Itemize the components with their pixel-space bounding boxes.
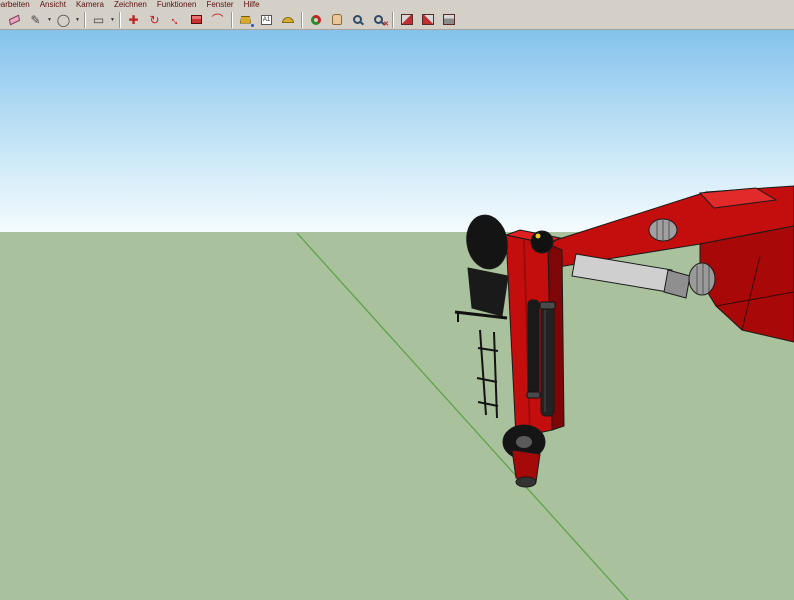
iso-view-icon[interactable] (396, 11, 417, 29)
paint-bucket-tool-icon[interactable] (235, 11, 256, 29)
circle-icon: ◯ (57, 14, 70, 26)
menu-item-kamera[interactable]: Kamera (71, 0, 109, 10)
column-knob (531, 231, 553, 253)
eraser-icon (9, 14, 20, 25)
text-tool-icon[interactable]: A1 (256, 11, 277, 29)
toolbar-separator (231, 12, 232, 28)
bucket-icon (240, 16, 251, 24)
pushpull-tool-icon[interactable] (186, 11, 207, 29)
viewport-canvas[interactable] (0, 30, 794, 600)
arc-icon: ⌒ (211, 14, 223, 26)
toolbar-separator (119, 12, 120, 28)
rectangle-tool-icon[interactable]: ▭ (88, 11, 109, 29)
foot-pad (516, 477, 536, 487)
menu-item-ansicht[interactable]: Ansicht (35, 0, 71, 10)
toolbar-separator (392, 12, 393, 28)
move-tool-icon[interactable]: ✚ (123, 11, 144, 29)
black-cylinder-2 (541, 306, 554, 416)
black-cylinder-1 (528, 300, 539, 395)
pan-tool-icon[interactable] (326, 11, 347, 29)
line-tool-dropdown-caret[interactable]: ▼ (46, 17, 53, 23)
menu-item-funktionen[interactable]: Funktionen (152, 0, 202, 10)
rotate-tool-icon[interactable]: ↻ (144, 11, 165, 29)
orbit-tool-icon[interactable] (305, 11, 326, 29)
front-view-icon[interactable] (417, 11, 438, 29)
zoom-tool-icon[interactable] (347, 11, 368, 29)
ribbed-knob-mid (689, 263, 715, 295)
menu-item-hilfe[interactable]: Hilfe (239, 0, 265, 10)
seat-base (468, 268, 508, 316)
rectangle-tool-dropdown-caret[interactable]: ▼ (109, 17, 116, 23)
shapes-tool-dropdown-caret[interactable]: ▼ (74, 17, 81, 23)
toolbar-separator (301, 12, 302, 28)
top-view-glyph-icon (443, 14, 455, 25)
top-view-icon[interactable] (438, 11, 459, 29)
yellow-dot (536, 234, 541, 239)
magnifier-icon (374, 15, 383, 24)
protractor-tool-icon[interactable] (277, 11, 298, 29)
scale-tool-icon[interactable]: ↔ (165, 11, 186, 29)
paint-drop-icon (251, 24, 254, 27)
wheel-hub (516, 436, 532, 448)
line-tool-icon[interactable]: ✎ (25, 11, 46, 29)
pencil-icon: ✎ (30, 14, 40, 26)
cube-icon (191, 15, 202, 24)
rectangle-icon: ▭ (93, 14, 104, 26)
scale-arrows-icon: ↔ (167, 11, 184, 28)
menu-item-bearbeiten[interactable]: Bearbeiten (0, 0, 35, 10)
protractor-icon (282, 17, 294, 23)
menu-item-fenster[interactable]: Fenster (201, 0, 238, 10)
offset-tool-icon[interactable]: ⌒ (207, 11, 228, 29)
zoom-extents-tool-icon[interactable]: ✕ (368, 11, 389, 29)
text-label-icon: A1 (261, 15, 272, 25)
move-arrows-icon: ✚ (128, 14, 138, 26)
hand-icon (332, 14, 342, 25)
rotate-arrow-icon: ↻ (149, 14, 159, 26)
x-badge-icon: ✕ (383, 20, 389, 28)
menu-item-zeichnen[interactable]: Zeichnen (109, 0, 152, 10)
main-toolbar: ✎ ▼ ◯ ▼ ▭ ▼ ✚ ↻ ↔ ⌒ A1 ✕ (0, 10, 794, 30)
3d-viewport[interactable] (0, 30, 794, 600)
orbit-icon (311, 15, 321, 25)
magnifier-icon (353, 15, 362, 24)
menu-bar: Bearbeiten Ansicht Kamera Zeichnen Funkt… (0, 0, 794, 10)
front-view-glyph-icon (422, 14, 434, 25)
toolbar-separator (84, 12, 85, 28)
shapes-tool-icon[interactable]: ◯ (53, 11, 74, 29)
iso-view-glyph-icon (401, 14, 413, 25)
eraser-tool-icon[interactable] (4, 11, 25, 29)
